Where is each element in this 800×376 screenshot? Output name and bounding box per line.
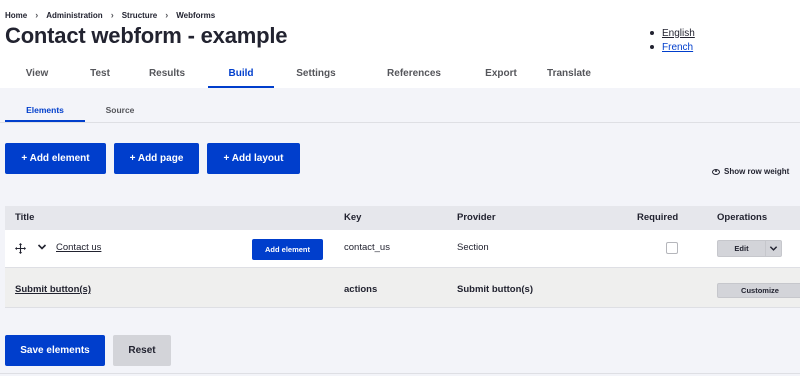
tab-translate[interactable]: Translate <box>532 58 606 88</box>
tab-settings[interactable]: Settings <box>274 58 358 88</box>
column-header-key: Key <box>344 212 362 223</box>
bullet-icon <box>650 45 654 49</box>
table-row: Contact us Add element contact_us Sectio… <box>5 230 800 268</box>
eye-icon <box>712 168 720 175</box>
show-row-weights-toggle[interactable]: Show row weight <box>712 167 789 176</box>
tab-results[interactable]: Results <box>126 58 208 88</box>
bullet-icon <box>650 31 654 35</box>
customize-button[interactable]: Customize <box>717 283 800 298</box>
element-key: contact_us <box>344 242 390 253</box>
breadcrumb-administration[interactable]: Administration <box>46 11 102 20</box>
subtab-elements[interactable]: Elements <box>5 98 85 122</box>
table-row: Submit button(s) actions Submit button(s… <box>5 268 800 308</box>
breadcrumb-home[interactable]: Home <box>5 11 27 20</box>
required-checkbox[interactable] <box>666 242 678 254</box>
divider <box>0 122 800 123</box>
save-elements-button[interactable]: Save elements <box>5 335 105 366</box>
table-header: Title Key Provider Required Operations <box>5 206 800 230</box>
primary-tabs: View Test Results Build Settings Referen… <box>0 58 606 88</box>
language-link-french[interactable]: French <box>662 42 693 53</box>
secondary-tabs: Elements Source <box>5 98 155 122</box>
chevron-down-icon[interactable] <box>37 242 47 252</box>
column-header-provider: Provider <box>457 212 496 223</box>
add-element-button[interactable]: + Add element <box>5 143 106 174</box>
language-switcher: English French <box>650 26 695 54</box>
chevron-right-icon: › <box>35 10 39 20</box>
element-provider: Submit button(s) <box>457 284 533 295</box>
dropbutton-toggle[interactable] <box>766 241 781 256</box>
submit-buttons-link[interactable]: Submit button(s) <box>15 284 91 295</box>
chevron-right-icon: › <box>165 10 169 20</box>
tab-view[interactable]: View <box>0 58 74 88</box>
row-add-element-button[interactable]: Add element <box>252 239 323 260</box>
add-layout-button[interactable]: + Add layout <box>207 143 300 174</box>
language-item: French <box>650 40 695 54</box>
tab-export[interactable]: Export <box>470 58 532 88</box>
breadcrumb-webforms[interactable]: Webforms <box>176 11 215 20</box>
breadcrumb: Home › Administration › Structure › Webf… <box>5 10 215 20</box>
element-title-link[interactable]: Contact us <box>56 242 101 253</box>
edit-button[interactable]: Edit <box>718 241 766 256</box>
language-item: English <box>650 26 695 40</box>
operations-dropbutton: Edit <box>717 240 782 257</box>
drag-handle-icon[interactable] <box>15 243 26 254</box>
page-header: Home › Administration › Structure › Webf… <box>0 0 800 88</box>
show-row-weights-label: Show row weight <box>724 167 790 176</box>
element-provider: Section <box>457 242 489 253</box>
page-title: Contact webform - example <box>5 23 288 48</box>
add-page-button[interactable]: + Add page <box>114 143 199 174</box>
tab-build[interactable]: Build <box>208 58 274 88</box>
tab-test[interactable]: Test <box>74 58 126 88</box>
chevron-down-icon <box>769 246 778 251</box>
reset-button[interactable]: Reset <box>113 335 171 366</box>
column-header-operations: Operations <box>717 212 768 223</box>
language-link-english[interactable]: English <box>662 28 695 39</box>
tab-references[interactable]: References <box>358 58 470 88</box>
breadcrumb-structure[interactable]: Structure <box>122 11 158 20</box>
subtab-source[interactable]: Source <box>85 98 155 122</box>
element-key: actions <box>344 284 378 295</box>
column-header-required: Required <box>637 212 679 223</box>
column-header-title: Title <box>15 212 35 223</box>
divider <box>0 373 800 374</box>
chevron-right-icon: › <box>110 10 114 20</box>
